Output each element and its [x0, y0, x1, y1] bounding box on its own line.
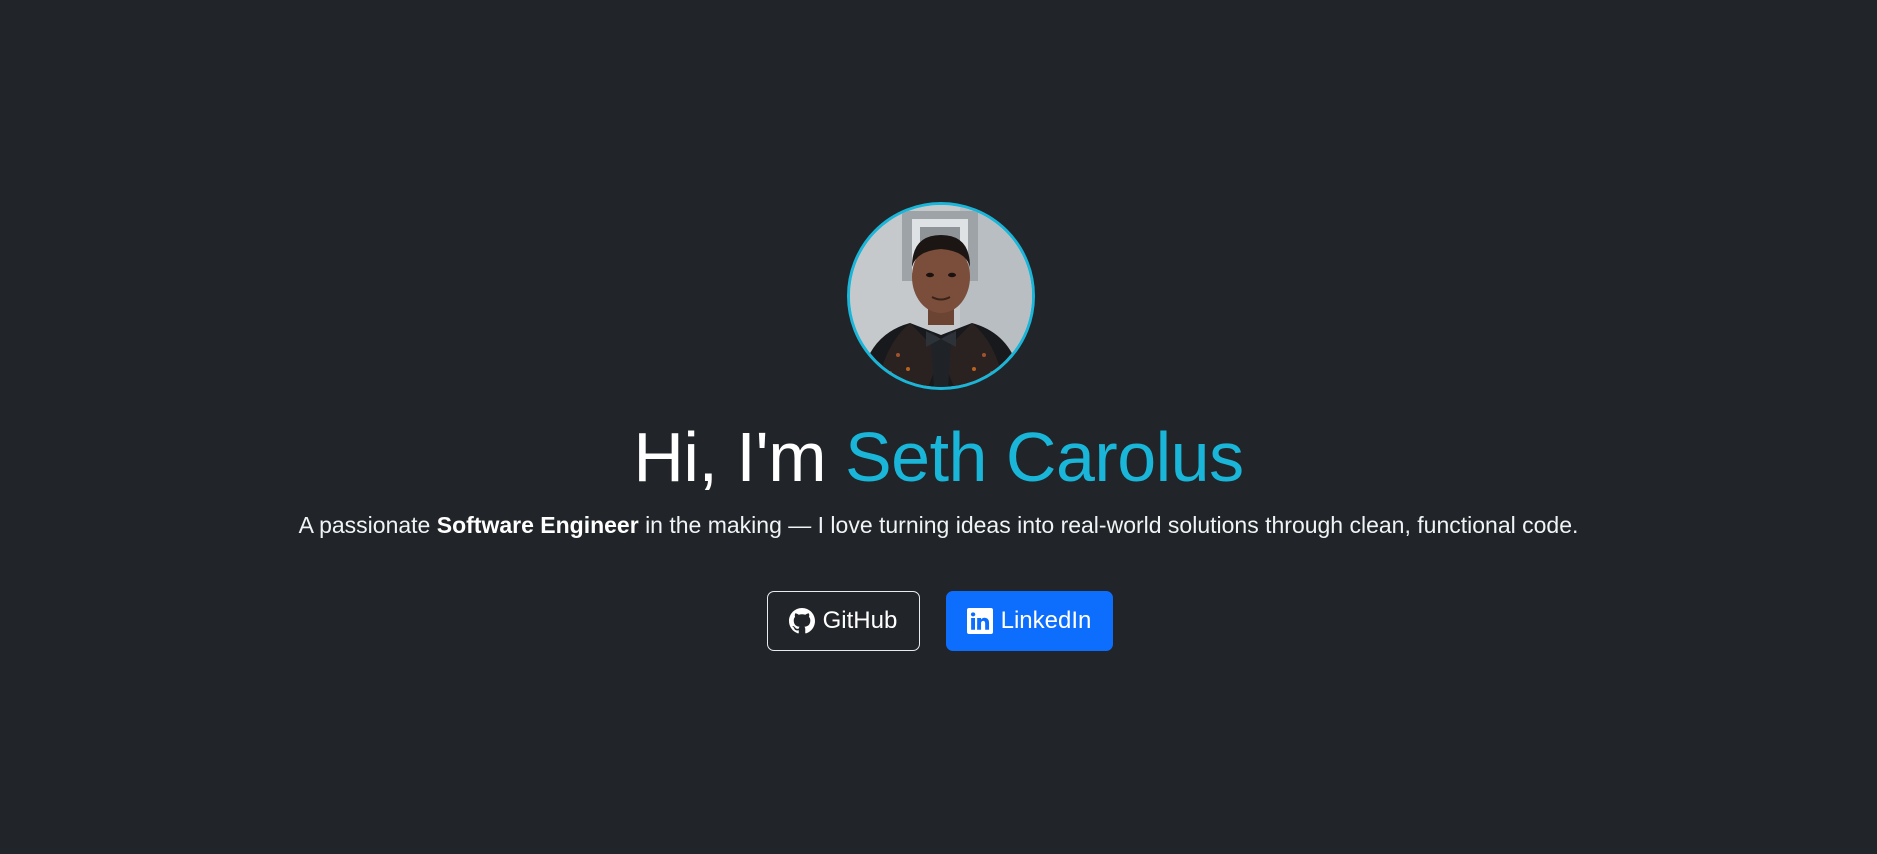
hero-section: Hi, I'm Seth Carolus A passionate Softwa…: [0, 0, 1877, 854]
greeting-text: Hi, I'm: [633, 418, 826, 496]
profile-photo: [850, 205, 1032, 387]
linkedin-icon: [966, 608, 993, 634]
github-icon: [788, 608, 815, 634]
name-text: Seth Carolus: [844, 418, 1244, 496]
linkedin-label: LinkedIn: [1000, 607, 1092, 634]
tagline-role: Software Engineer: [436, 512, 639, 538]
github-label: GitHub: [822, 607, 898, 634]
tagline-before: A passionate: [298, 512, 431, 538]
social-buttons: GitHub LinkedIn: [0, 591, 1877, 651]
avatar: [847, 202, 1035, 390]
tagline: A passionate Software Engineer in the ma…: [0, 509, 1877, 541]
page-title: Hi, I'm Seth Carolus: [0, 415, 1877, 499]
github-button[interactable]: GitHub: [766, 591, 920, 651]
tagline-after: in the making — I love turning ideas int…: [645, 512, 1579, 538]
linkedin-button[interactable]: LinkedIn: [945, 591, 1113, 651]
